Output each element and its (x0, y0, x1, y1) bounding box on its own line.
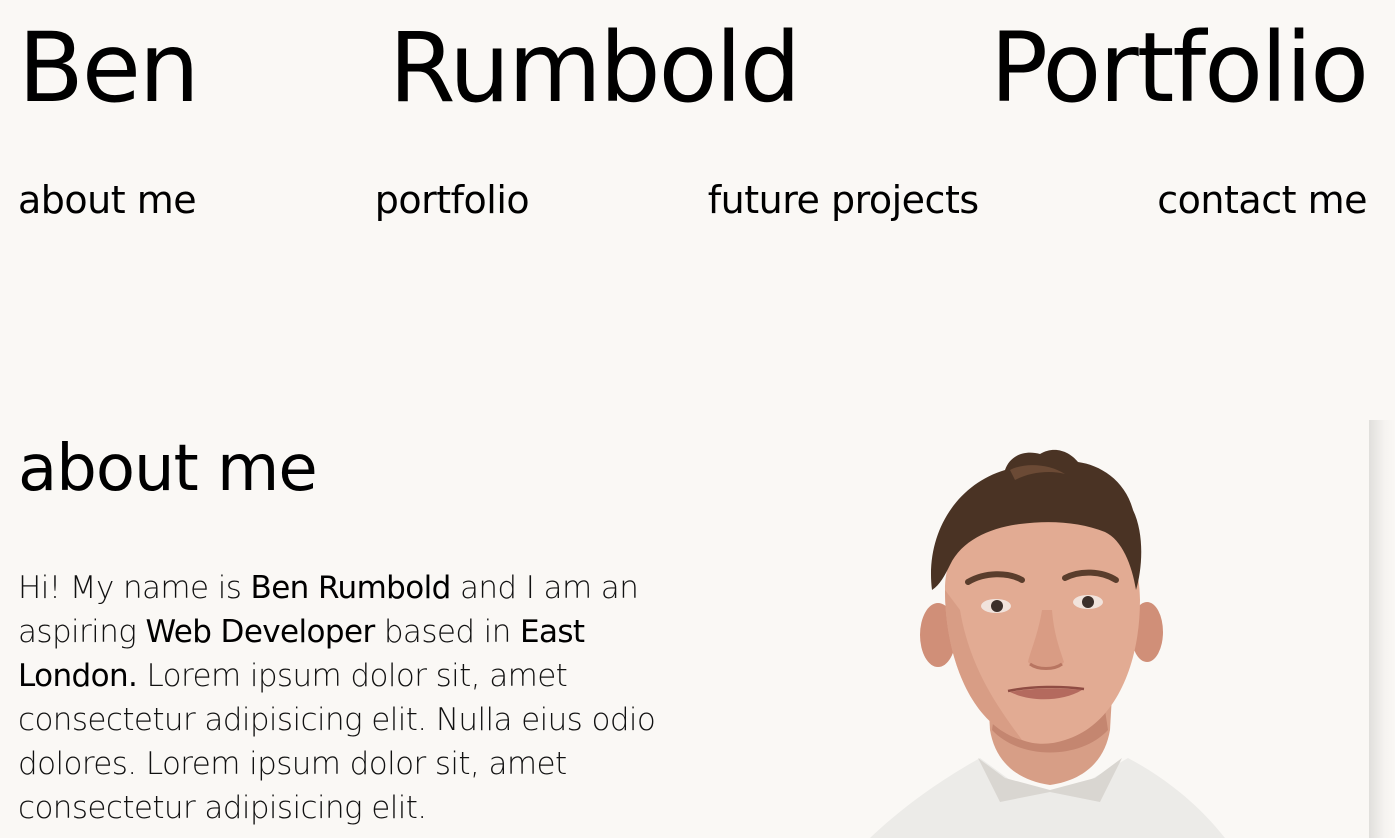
nav-link-contact-me[interactable]: contact me (1157, 174, 1367, 226)
about-paragraph: Hi! My name is Ben Rumbold and I am an a… (18, 566, 698, 830)
nav-link-portfolio[interactable]: portfolio (375, 174, 530, 226)
about-heading: about me (18, 432, 318, 506)
portfolio-page: Ben Rumbold Portfolio about me portfolio… (0, 0, 1395, 838)
about-text-part-1: Hi! My name is (18, 570, 251, 606)
photo-iris-right (1082, 596, 1094, 608)
about-text-part-3: based in (374, 614, 520, 650)
site-title: Ben Rumbold Portfolio (18, 12, 1369, 124)
about-text-role: Web Developer (145, 614, 376, 650)
site-title-word-3: Portfolio (990, 12, 1369, 124)
about-text-name: Ben Rumbold (250, 570, 452, 606)
content-edge-shadow (1369, 420, 1395, 838)
photo-iris-left (991, 600, 1003, 612)
nav-link-future-projects[interactable]: future projects (708, 174, 979, 226)
profile-photo (870, 449, 1225, 838)
site-title-word-1: Ben (18, 12, 200, 124)
site-title-word-2: Rumbold (388, 12, 801, 124)
nav-link-about-me[interactable]: about me (18, 174, 197, 226)
main-nav: about me portfolio future projects conta… (18, 174, 1367, 226)
